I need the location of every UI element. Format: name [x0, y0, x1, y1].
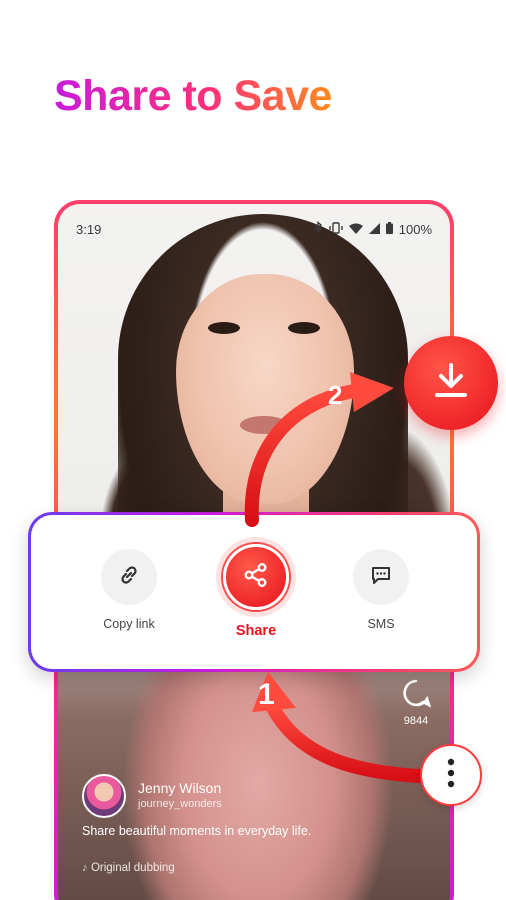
share-button[interactable] [223, 544, 289, 610]
copy-link-circle[interactable] [101, 549, 157, 605]
bluetooth-icon [314, 221, 323, 237]
vibrate-icon [329, 221, 343, 237]
share-ring [216, 537, 296, 617]
signal-icon [368, 222, 380, 237]
status-bar: 3:19 100% [76, 220, 432, 238]
music-text: Original dubbing [90, 862, 175, 874]
video-eye-right [288, 322, 320, 334]
more-vertical-icon [446, 758, 456, 793]
copy-link-option[interactable]: Copy link [85, 549, 173, 631]
avatar[interactable] [82, 774, 126, 818]
status-icons: 100% [314, 221, 432, 237]
share-option[interactable]: Share [211, 537, 301, 639]
headline: Share to Save [54, 72, 332, 120]
sms-circle[interactable] [353, 549, 409, 605]
link-icon [117, 563, 141, 592]
video-lips [240, 416, 288, 434]
video-eye-left [208, 322, 240, 334]
video-caption: Share beautiful moments in everyday life… [82, 824, 312, 838]
download-button[interactable] [404, 336, 498, 430]
copy-link-label: Copy link [103, 617, 155, 631]
comment-count: 9844 [403, 715, 429, 727]
battery-percent: 100% [398, 221, 432, 237]
user-name[interactable]: Jenny Wilson [138, 780, 221, 796]
music-label: ♪ Original dubbing [82, 862, 175, 874]
comment-button[interactable]: 9844 [396, 678, 436, 727]
more-options-button[interactable] [420, 744, 482, 806]
wifi-icon [348, 222, 363, 237]
share-icon [242, 561, 270, 594]
share-sheet-body: Copy link Share SMS [31, 515, 477, 669]
battery-icon [385, 221, 393, 237]
step-2-number: 2 [328, 380, 343, 410]
user-handle: journey_wonders [138, 798, 222, 810]
share-sheet: Copy link Share SMS [28, 512, 480, 672]
sms-label: SMS [367, 617, 395, 631]
status-time: 3:19 [76, 221, 102, 237]
sms-icon [369, 563, 393, 592]
comment-icon [401, 679, 432, 712]
step-1-number: 1 [258, 678, 275, 711]
share-label: Share [235, 623, 277, 639]
download-icon [429, 359, 473, 408]
music-icon: ♪ [82, 862, 91, 874]
sms-option[interactable]: SMS [337, 549, 425, 631]
